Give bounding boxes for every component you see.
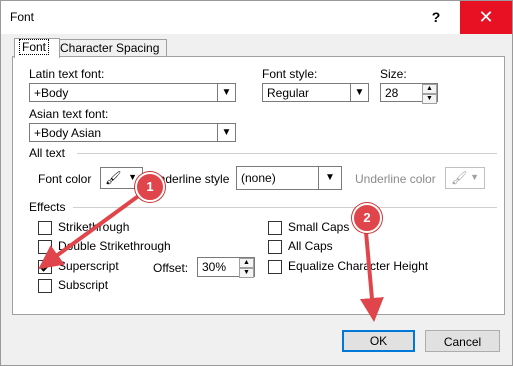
size-stepper[interactable]: ▲ ▼	[422, 84, 437, 104]
paint-bucket-icon: 🖌	[105, 170, 122, 185]
font-color-label: Font color	[38, 172, 92, 186]
small-caps-label: Small Caps	[288, 220, 350, 234]
all-caps-checkbox[interactable]	[268, 240, 282, 254]
chevron-down-icon[interactable]: ▼	[350, 84, 368, 101]
effects-section: Effects	[29, 200, 66, 214]
small-caps-checkbox[interactable]	[268, 221, 282, 235]
superscript-label: Superscript	[58, 259, 119, 273]
equalize-height-label: Equalize Character Height	[288, 259, 429, 273]
annotation-badge-2: 2	[352, 203, 382, 233]
help-button[interactable]: ?	[413, 1, 459, 34]
subscript-label: Subscript	[58, 278, 109, 292]
subscript-checkbox[interactable]	[38, 279, 52, 293]
offset-label: Offset:	[153, 261, 189, 275]
divider	[73, 207, 497, 208]
all-text-section: All text	[29, 146, 66, 160]
offset-spin-buttons[interactable]: ▲ ▼	[239, 258, 254, 278]
chevron-down-icon[interactable]: ▼	[217, 124, 235, 141]
chevron-down-icon: ▼	[470, 172, 479, 182]
paint-bucket-icon: 🖌	[451, 170, 468, 185]
divider	[77, 153, 497, 154]
latin-font-combo[interactable]: +Body ▼	[29, 83, 236, 102]
tab-font[interactable]: Font	[14, 38, 60, 58]
underline-style-value: (none)	[241, 171, 276, 185]
asian-font-label: Asian text font:	[29, 107, 109, 121]
offset-stepper[interactable]: 30% ▲ ▼	[197, 257, 255, 278]
cancel-button[interactable]: Cancel	[425, 330, 500, 352]
spin-up-icon[interactable]: ▲	[422, 84, 437, 94]
underline-style-combo[interactable]: (none) ▼	[236, 166, 342, 190]
strikethrough-checkbox[interactable]	[38, 221, 52, 235]
ok-button[interactable]: OK	[342, 330, 415, 352]
all-caps-label: All Caps	[288, 239, 333, 253]
font-style-label: Font style:	[262, 67, 318, 81]
font-tab-panel: Latin text font: +Body ▼ Font style: Reg…	[12, 56, 505, 315]
latin-font-value: +Body	[34, 86, 69, 100]
font-style-combo[interactable]: Regular ▼	[262, 83, 369, 102]
offset-value: 30%	[202, 260, 227, 274]
chevron-down-icon[interactable]: ▼	[318, 167, 341, 189]
title-bar: Font ? ✕	[1, 1, 512, 34]
tab-character-spacing[interactable]: Character Spacing	[55, 39, 167, 57]
close-button[interactable]: ✕	[460, 1, 512, 34]
equalize-height-checkbox[interactable]	[268, 260, 282, 274]
underline-color-picker: 🖌 ▼	[445, 167, 485, 189]
asian-font-combo[interactable]: +Body Asian ▼	[29, 123, 236, 142]
annotation-badge-1: 1	[135, 172, 165, 202]
chevron-down-icon[interactable]: ▼	[217, 84, 235, 101]
size-value: 28	[385, 86, 399, 100]
size-label: Size:	[380, 67, 407, 81]
tab-font-label: Font	[19, 39, 50, 55]
spin-up-icon[interactable]: ▲	[239, 258, 254, 268]
double-strikethrough-label: Double Strikethrough	[58, 239, 171, 253]
asian-font-value: +Body Asian	[34, 126, 102, 140]
spin-down-icon[interactable]: ▼	[422, 94, 437, 104]
size-spinner[interactable]: 28 ▲ ▼	[380, 83, 438, 104]
font-dialog: Font ? ✕ Font Character Spacing Latin te…	[0, 0, 513, 366]
underline-color-label: Underline color	[355, 172, 436, 186]
font-style-value: Regular	[267, 86, 310, 100]
latin-font-label: Latin text font:	[29, 67, 105, 81]
superscript-checkbox[interactable]	[38, 260, 52, 274]
strikethrough-label: Strikethrough	[58, 220, 130, 234]
window-title: Font	[10, 10, 35, 24]
spin-down-icon[interactable]: ▼	[239, 268, 254, 278]
double-strikethrough-checkbox[interactable]	[38, 240, 52, 254]
